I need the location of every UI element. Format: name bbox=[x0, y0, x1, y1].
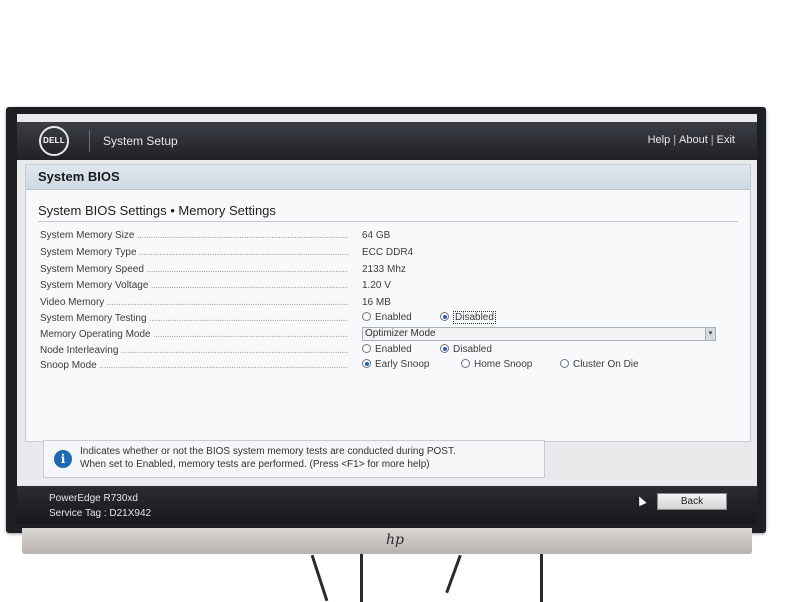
setting-label: System Memory Size bbox=[40, 230, 348, 241]
footer-bar: PowerEdge R730xd Service Tag : D21X942 B… bbox=[17, 486, 757, 524]
setting-row-video-memory: Video Memory 16 MB bbox=[40, 296, 730, 312]
radio-circle bbox=[560, 359, 569, 368]
setting-row-memory-type: System Memory Type ECC DDR4 bbox=[40, 246, 730, 262]
setting-label: System Memory Speed bbox=[40, 264, 348, 275]
section-title: System BIOS bbox=[38, 169, 120, 184]
section-header: System BIOS bbox=[26, 165, 750, 190]
setting-row-memory-voltage: System Memory Voltage 1.20 V bbox=[40, 279, 730, 295]
setting-value: 1.20 V bbox=[362, 280, 391, 291]
help-link[interactable]: Help bbox=[648, 134, 671, 146]
service-tag: Service Tag : D21X942 bbox=[49, 508, 152, 519]
radio-circle-selected bbox=[440, 344, 449, 353]
memory-testing-disabled-radio[interactable]: Disabled bbox=[440, 311, 496, 324]
exit-link[interactable]: Exit bbox=[717, 134, 735, 146]
setting-label: System Memory Voltage bbox=[40, 280, 348, 291]
memory-testing-enabled-radio[interactable]: Enabled bbox=[362, 312, 412, 323]
cable bbox=[445, 554, 462, 594]
radio-label: Enabled bbox=[375, 312, 412, 323]
radio-label: Disabled bbox=[453, 344, 492, 355]
page-title: System BIOS Settings • Memory Settings bbox=[38, 203, 276, 218]
setting-row-memory-size: System Memory Size 64 GB bbox=[40, 229, 730, 245]
setting-label: System Memory Testing bbox=[40, 313, 348, 324]
setting-label: Video Memory bbox=[40, 297, 348, 308]
setting-row-node-interleaving: Node Interleaving Enabled Disabled bbox=[40, 344, 730, 360]
setting-row-operating-mode: Memory Operating Mode Optimizer Mode ▾ bbox=[40, 327, 730, 344]
header-divider bbox=[89, 130, 90, 152]
radio-label: Enabled bbox=[375, 344, 412, 355]
radio-circle-selected bbox=[362, 359, 371, 368]
setting-row-memory-testing: System Memory Testing Enabled Disabled bbox=[40, 311, 730, 328]
header-links: Help | About | Exit bbox=[648, 134, 735, 146]
settings-panel: System BIOS System BIOS Settings • Memor… bbox=[25, 164, 751, 442]
header-bar: DELL System Setup Help | About | Exit bbox=[17, 122, 757, 160]
app-title: System Setup bbox=[103, 134, 178, 148]
setting-label: Node Interleaving bbox=[40, 345, 348, 356]
setting-row-memory-speed: System Memory Speed 2133 Mhz bbox=[40, 263, 730, 279]
help-line-1: Indicates whether or not the BIOS system… bbox=[80, 446, 456, 457]
cable bbox=[310, 554, 329, 602]
radio-circle-selected bbox=[440, 312, 449, 321]
radio-circle bbox=[362, 344, 371, 353]
radio-label: Home Snoop bbox=[474, 359, 533, 370]
operating-mode-select[interactable]: Optimizer Mode ▾ bbox=[362, 327, 716, 341]
node-interleaving-disabled-radio[interactable]: Disabled bbox=[440, 344, 492, 355]
title-divider bbox=[38, 221, 738, 222]
chevron-down-icon[interactable]: ▾ bbox=[705, 328, 715, 340]
setting-value: 2133 Mhz bbox=[362, 264, 406, 275]
select-value: Optimizer Mode bbox=[365, 328, 436, 339]
snoop-cluster-radio[interactable]: Cluster On Die bbox=[560, 359, 639, 370]
help-text: Indicates whether or not the BIOS system… bbox=[80, 445, 456, 471]
setting-label: Snoop Mode bbox=[40, 360, 348, 371]
radio-circle bbox=[461, 359, 470, 368]
setting-label: Memory Operating Mode bbox=[40, 329, 348, 340]
info-icon: i bbox=[54, 450, 72, 468]
help-line-2: When set to Enabled, memory tests are pe… bbox=[80, 459, 430, 470]
snoop-early-radio[interactable]: Early Snoop bbox=[362, 359, 429, 370]
back-button[interactable]: Back bbox=[657, 493, 727, 510]
setting-label: System Memory Type bbox=[40, 247, 348, 258]
help-box: i Indicates whether or not the BIOS syst… bbox=[43, 440, 545, 478]
dell-logo: DELL bbox=[39, 126, 69, 156]
radio-label: Disabled bbox=[453, 311, 496, 324]
node-interleaving-enabled-radio[interactable]: Enabled bbox=[362, 344, 412, 355]
radio-label: Early Snoop bbox=[375, 359, 430, 370]
mouse-cursor-icon bbox=[635, 494, 647, 507]
setting-value: 64 GB bbox=[362, 230, 391, 241]
cable bbox=[540, 554, 543, 602]
setting-value: ECC DDR4 bbox=[362, 247, 414, 258]
link-separator: | bbox=[710, 134, 714, 146]
snoop-home-radio[interactable]: Home Snoop bbox=[461, 359, 532, 370]
hp-logo: hp bbox=[386, 532, 404, 548]
system-model: PowerEdge R730xd bbox=[49, 493, 138, 504]
link-separator: | bbox=[673, 134, 677, 146]
cable bbox=[360, 554, 363, 602]
about-link[interactable]: About bbox=[679, 134, 708, 146]
setting-value: 16 MB bbox=[362, 297, 391, 308]
setting-row-snoop-mode: Snoop Mode Early Snoop Home Snoop Cluste… bbox=[40, 359, 730, 375]
radio-label: Cluster On Die bbox=[573, 359, 639, 370]
bios-screen: DELL System Setup Help | About | Exit System… bbox=[17, 114, 757, 524]
radio-circle bbox=[362, 312, 371, 321]
